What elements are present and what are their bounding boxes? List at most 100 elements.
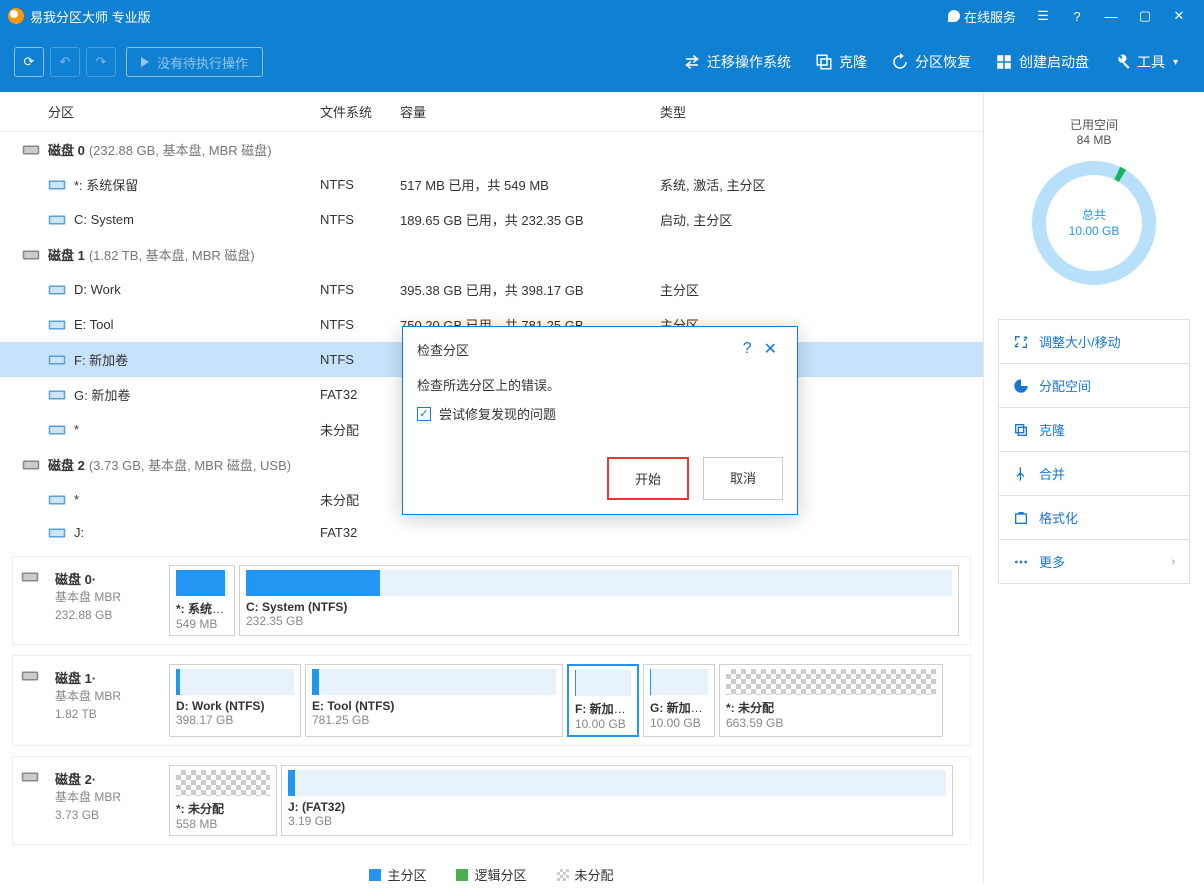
- merge-action[interactable]: 合并: [998, 452, 1190, 496]
- col-capacity: 容量: [400, 102, 660, 121]
- partition-icon: [48, 494, 66, 506]
- close-button[interactable]: ✕: [1162, 0, 1196, 32]
- check-partition-dialog: 检查分区 ? ✕ 检查所选分区上的错误。 ✓ 尝试修复发现的问题 开始 取消: [402, 326, 798, 515]
- partition-name: D: Work: [74, 282, 320, 297]
- more-label: 更多: [1039, 552, 1065, 571]
- map-partition[interactable]: J: (FAT32) 3.19 GB: [281, 765, 953, 836]
- fix-errors-checkbox[interactable]: ✓ 尝试修复发现的问题: [417, 404, 783, 423]
- redo-button[interactable]: ↷: [86, 47, 116, 77]
- map-part-size: 10.00 GB: [650, 716, 708, 730]
- checkbox-checked-icon: ✓: [417, 407, 431, 421]
- map-disk-sub: 基本盘 MBR: [55, 687, 153, 705]
- map-partition[interactable]: *: 未分配 663.59 GB: [719, 664, 943, 737]
- table-header: 分区 文件系统 容量 类型: [0, 92, 983, 132]
- dialog-cancel-button[interactable]: 取消: [703, 457, 783, 500]
- disk-row[interactable]: 磁盘 1 (1.82 TB, 基本盘, MBR 磁盘): [0, 237, 983, 272]
- minimize-button[interactable]: —: [1094, 0, 1128, 32]
- legend: 主分区 逻辑分区 未分配: [0, 855, 983, 894]
- map-partition[interactable]: C: System (NTFS) 232.35 GB: [239, 565, 959, 636]
- checkbox-label: 尝试修复发现的问题: [439, 404, 556, 423]
- partition-name: F: 新加卷: [74, 350, 320, 369]
- titlebar: 易我分区大师 专业版 在线服务 ☰ ? — ▢ ✕: [0, 0, 1204, 32]
- minimize-icon: —: [1104, 9, 1118, 23]
- help-icon: ?: [1070, 9, 1084, 23]
- clone-icon: [815, 53, 833, 71]
- map-part-size: 558 MB: [176, 817, 270, 831]
- recover-button[interactable]: 分区恢复: [879, 32, 983, 92]
- tools-button[interactable]: 工具 ▾: [1101, 32, 1190, 92]
- map-partition[interactable]: *: 未分配 558 MB: [169, 765, 277, 836]
- unalloc-fill: [726, 669, 936, 695]
- boot-disk-button[interactable]: 创建启动盘: [983, 32, 1101, 92]
- map-disk-info: 磁盘 1· 基本盘 MBR 1.82 TB: [49, 664, 159, 737]
- boot-label: 创建启动盘: [1019, 52, 1089, 72]
- undo-button[interactable]: ↶: [50, 47, 80, 77]
- donut-total-value: 10.00 GB: [1069, 224, 1120, 238]
- hdd-icon: [22, 459, 40, 471]
- hdd-icon: [21, 571, 39, 583]
- recover-icon: [891, 53, 909, 71]
- migrate-os-button[interactable]: 迁移操作系统: [671, 32, 803, 92]
- partition-capacity: 517 MB 已用，共 549 MB: [400, 175, 660, 194]
- used-space-value: 84 MB: [998, 133, 1190, 147]
- disk-row[interactable]: 磁盘 0 (232.88 GB, 基本盘, MBR 磁盘): [0, 132, 983, 167]
- menu-button[interactable]: ☰: [1026, 0, 1060, 32]
- online-service-button[interactable]: 在线服务: [938, 0, 1026, 32]
- clone-button[interactable]: 克隆: [803, 32, 879, 92]
- map-partition[interactable]: E: Tool (NTFS) 781.25 GB: [305, 664, 563, 737]
- map-part-size: 232.35 GB: [246, 614, 952, 628]
- dialog-start-button[interactable]: 开始: [607, 457, 689, 500]
- partition-icon: [48, 214, 66, 226]
- dialog-title: 检查分区: [417, 340, 737, 359]
- map-part-label: F: 新加卷...: [575, 700, 631, 717]
- map-part-size: 663.59 GB: [726, 716, 936, 730]
- tools-label: 工具: [1137, 52, 1165, 72]
- part-fill: [176, 669, 294, 695]
- main-toolbar: ⟳ ↶ ↷ 没有待执行操作 迁移操作系统 克隆 分区恢复 创建启动盘 工具 ▾: [0, 32, 1204, 92]
- refresh-button[interactable]: ⟳: [14, 47, 44, 77]
- hdd-icon: [21, 771, 39, 783]
- part-fill: [176, 570, 228, 596]
- map-partition[interactable]: *: 系统保... 549 MB: [169, 565, 235, 636]
- map-disk-info: 磁盘 2· 基本盘 MBR 3.73 GB: [49, 765, 159, 836]
- partition-icon: [48, 527, 66, 539]
- allocate-action[interactable]: 分配空间: [998, 364, 1190, 408]
- app-logo-icon: [8, 8, 24, 24]
- format-action[interactable]: 格式化: [998, 496, 1190, 540]
- close-icon: ✕: [1172, 9, 1186, 23]
- dialog-help-icon: ?: [743, 340, 752, 357]
- map-partition[interactable]: D: Work (NTFS) 398.17 GB: [169, 664, 301, 737]
- map-partition[interactable]: F: 新加卷... 10.00 GB: [567, 664, 639, 737]
- allocate-label: 分配空间: [1039, 376, 1091, 395]
- disk-name: 磁盘 0: [48, 140, 85, 159]
- hdd-icon: [22, 249, 40, 261]
- partition-row[interactable]: J: FAT32: [0, 517, 983, 548]
- square-unalloc-icon: [557, 869, 569, 881]
- partition-icon: [48, 389, 66, 401]
- partition-row[interactable]: D: Work NTFS 395.38 GB 已用，共 398.17 GB 主分…: [0, 272, 983, 307]
- clone-label: 克隆: [839, 52, 867, 72]
- dialog-close-button[interactable]: ✕: [758, 339, 783, 359]
- map-disk-sub: 基本盘 MBR: [55, 588, 153, 606]
- chevron-right-icon: ›: [1171, 556, 1175, 568]
- partition-row[interactable]: C: System NTFS 189.65 GB 已用，共 232.35 GB …: [0, 202, 983, 237]
- partition-icon: [48, 354, 66, 366]
- help-button[interactable]: ?: [1060, 0, 1094, 32]
- map-partition[interactable]: G: 新加卷... 10.00 GB: [643, 664, 715, 737]
- resize-action[interactable]: 调整大小/移动: [998, 319, 1190, 364]
- legend-logical: 逻辑分区: [456, 865, 526, 884]
- map-part-label: *: 未分配: [726, 699, 936, 716]
- map-part-label: G: 新加卷...: [650, 699, 708, 716]
- redo-icon: ↷: [96, 54, 107, 70]
- maximize-button[interactable]: ▢: [1128, 0, 1162, 32]
- partition-type: 启动, 主分区: [660, 210, 983, 229]
- chevron-down-icon: ▾: [1173, 57, 1178, 68]
- col-partition: 分区: [48, 102, 320, 121]
- more-action[interactable]: 更多 ›: [998, 540, 1190, 584]
- partition-fs: NTFS: [320, 317, 400, 332]
- dialog-help-button[interactable]: ?: [737, 340, 758, 358]
- partition-capacity: 189.65 GB 已用，共 232.35 GB: [400, 210, 660, 229]
- partition-row[interactable]: *: 系统保留 NTFS 517 MB 已用，共 549 MB 系统, 激活, …: [0, 167, 983, 202]
- clone-action[interactable]: 克隆: [998, 408, 1190, 452]
- pending-ops: 没有待执行操作: [126, 47, 263, 77]
